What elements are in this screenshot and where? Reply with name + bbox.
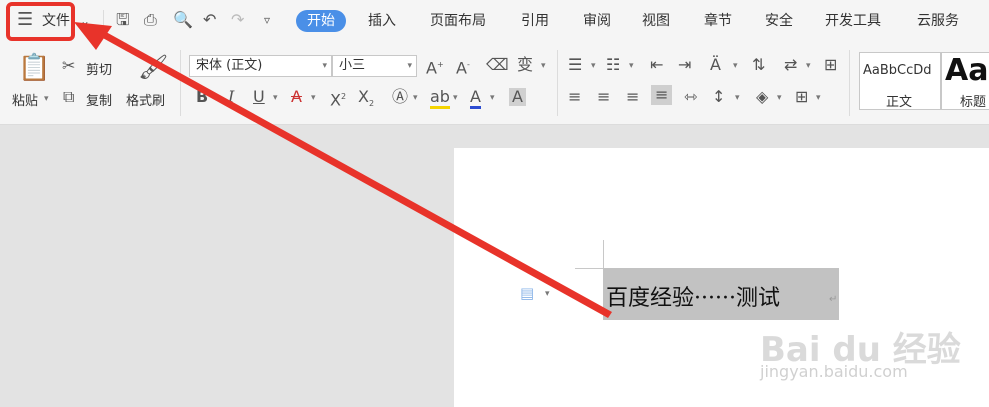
subscript-icon[interactable]: X2 [358, 87, 374, 113]
tab-cloud[interactable]: 云服务 [917, 10, 959, 32]
style-heading-preview: AaI [945, 53, 989, 88]
format-painter-icon[interactable]: 🖌 [138, 54, 168, 80]
tab-developer[interactable]: 开发工具 [825, 10, 881, 32]
align-center-icon[interactable]: ≡ [597, 88, 610, 106]
undo-icon[interactable]: ↶ [203, 11, 216, 29]
align-right-icon[interactable]: ≡ [626, 88, 639, 106]
align-left-icon[interactable]: ≡ [568, 88, 581, 106]
phonetic-guide-icon[interactable]: 变 [517, 56, 533, 74]
chevron-down-icon[interactable]: ⌄ [80, 12, 90, 30]
scissors-icon[interactable]: ✂ [62, 57, 75, 75]
distribute-icon[interactable]: ⇿ [684, 88, 697, 106]
copy-button[interactable]: 复制 [86, 90, 112, 109]
copy-icon[interactable]: ⧉ [63, 88, 74, 106]
menu-bar: ☰ 文件 ⌄ 🖫 ⎙ 🔍 ↶ ↷ ▿ 开始 插入 页面布局 引用 审阅 视图 章… [0, 0, 989, 42]
tab-view[interactable]: 视图 [642, 10, 670, 32]
save-icon[interactable]: 🖫 [116, 11, 130, 29]
margin-mark [603, 240, 604, 268]
text-effect-icon[interactable]: Ⓐ [392, 88, 408, 106]
style-normal-label: 正文 [886, 95, 913, 110]
tab-page-layout[interactable]: 页面布局 [430, 10, 486, 32]
print-preview-icon[interactable]: 🔍 [173, 11, 193, 29]
shading-icon[interactable]: ◈ [756, 88, 768, 106]
justify-icon[interactable]: ≡ [651, 85, 673, 105]
sort-icon[interactable]: ⇅ [752, 56, 765, 74]
change-case-icon[interactable]: Ä [710, 56, 721, 74]
margin-mark [575, 268, 603, 269]
char-shading-icon[interactable]: A [509, 88, 526, 106]
file-menu[interactable]: 文件 [42, 10, 70, 32]
tab-security[interactable]: 安全 [765, 10, 793, 32]
ribbon: 📋 粘贴 ▾ ✂ 剪切 ⧉ 复制 🖌 格式刷 宋体 (正文) ▾ 小三 ▾ A+… [0, 42, 989, 125]
hamburger-menu-icon[interactable]: ☰ [17, 11, 33, 29]
increase-indent-icon[interactable]: ⇥ [678, 56, 691, 74]
paragraph-layout-icon[interactable]: ▤ [520, 284, 534, 302]
grow-font-icon[interactable]: A+ [426, 56, 444, 77]
customize-toolbar-icon[interactable]: ▿ [264, 11, 270, 29]
bullet-list-icon[interactable]: ☰ [568, 56, 582, 74]
document-text[interactable]: 百度经验······测试 [606, 280, 780, 312]
highlight-icon[interactable]: ab [430, 88, 450, 109]
watermark-url: jingyan.baidu.com [760, 362, 908, 381]
italic-icon[interactable]: I [228, 88, 234, 106]
table-layout-icon[interactable]: ⊞ [824, 56, 837, 74]
style-heading-label: 标题 [960, 95, 987, 110]
paste-button[interactable]: 粘贴 [12, 90, 38, 109]
shrink-font-icon[interactable]: A- [456, 56, 470, 77]
format-painter-button[interactable]: 格式刷 [126, 90, 165, 109]
style-normal[interactable]: AaBbCcDd 正文 [859, 52, 941, 110]
redo-icon[interactable]: ↷ [231, 11, 244, 29]
cut-button[interactable]: 剪切 [86, 59, 112, 78]
numbered-list-icon[interactable]: ☷ [606, 56, 620, 74]
tab-chapter[interactable]: 章节 [704, 10, 732, 32]
strikethrough-icon[interactable]: A [291, 88, 302, 106]
font-size-select[interactable]: 小三 ▾ [332, 55, 417, 77]
underline-icon[interactable]: U [253, 88, 265, 106]
tab-home[interactable]: 开始 [296, 10, 346, 32]
tab-review[interactable]: 审阅 [583, 10, 611, 32]
style-heading[interactable]: AaI 标题 [941, 52, 989, 110]
clear-format-icon[interactable]: ⌫ [486, 56, 509, 74]
font-size-value: 小三 [339, 58, 366, 73]
font-color-icon[interactable]: A [470, 88, 481, 109]
paragraph-mark-icon: ↵ [829, 294, 838, 305]
bold-icon[interactable]: B [196, 88, 208, 106]
font-name-select[interactable]: 宋体 (正文) ▾ [189, 55, 332, 77]
tab-references[interactable]: 引用 [521, 10, 549, 32]
style-normal-preview: AaBbCcDd [863, 63, 932, 78]
paste-icon[interactable]: 📋 [18, 54, 50, 82]
superscript-icon[interactable]: X2 [330, 88, 346, 109]
decrease-indent-icon[interactable]: ⇤ [650, 56, 663, 74]
text-direction-icon[interactable]: ⇄ [784, 56, 797, 74]
borders-icon[interactable]: ⊞ [795, 88, 808, 106]
print-icon[interactable]: ⎙ [144, 11, 157, 29]
tab-insert[interactable]: 插入 [368, 10, 396, 32]
font-name-value: 宋体 (正文) [196, 58, 263, 73]
line-spacing-icon[interactable]: ↕ [712, 88, 725, 106]
